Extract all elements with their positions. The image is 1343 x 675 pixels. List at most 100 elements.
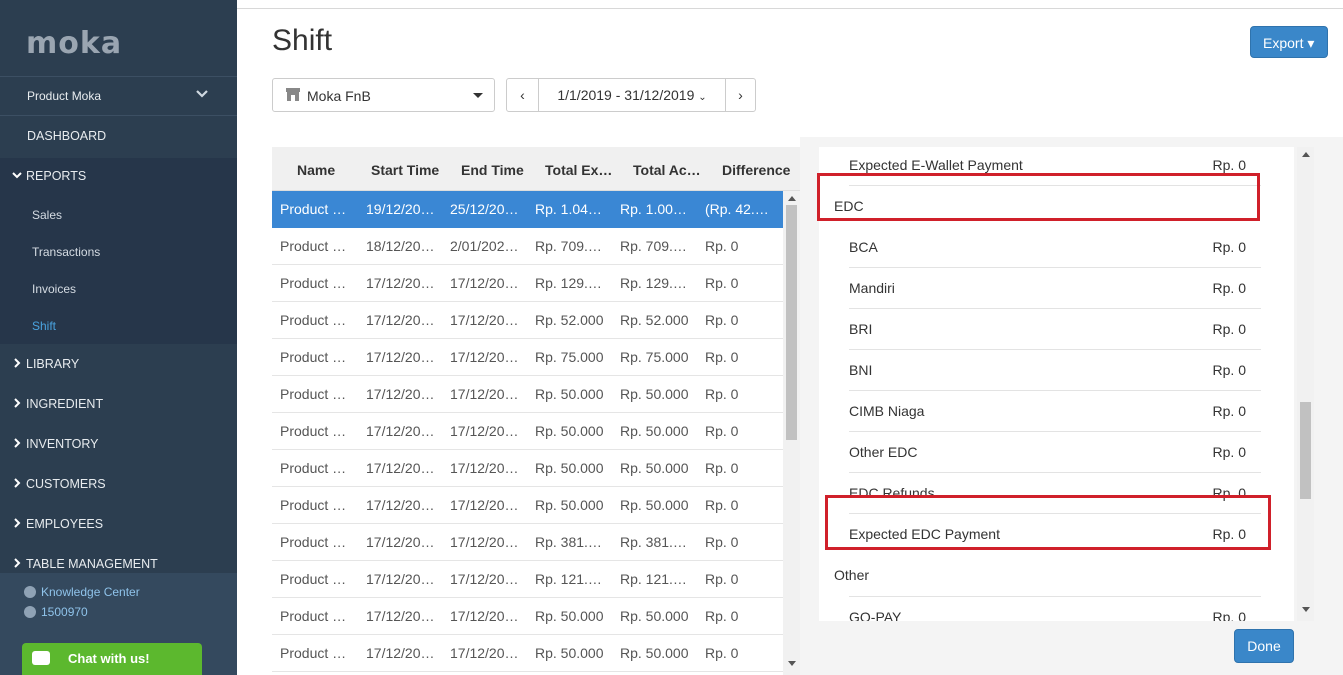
nav-ingredient-label: INGREDIENT [26, 397, 104, 411]
table-cell: Rp. 0 [705, 349, 739, 365]
scroll-up-icon[interactable] [788, 196, 796, 201]
outlet-select[interactable]: Moka FnB [272, 78, 495, 112]
table-row[interactable]: Product … 17/12/20… 17/12/20… Rp. 50.000 Rp.… [272, 376, 783, 413]
table-scrollbar[interactable] [783, 191, 800, 675]
table-cell: Rp. 0 [705, 312, 739, 328]
date-range-picker[interactable]: 1/1/2019 - 31/12/2019 ⌄ [539, 79, 725, 111]
done-button[interactable]: Done [1234, 629, 1294, 663]
table-cell: 17/12/20… [450, 275, 519, 291]
nav-sales[interactable]: Sales [0, 196, 237, 233]
table-cell: 17/12/20… [450, 349, 519, 365]
table-cell: Product … [280, 275, 347, 291]
table-cell: 17/12/20… [366, 386, 435, 402]
nav-customers[interactable]: CUSTOMERS [0, 466, 237, 502]
knowledge-center-label: Knowledge Center [41, 585, 140, 599]
table-cell: (Rp. 42.… [705, 201, 769, 217]
table-cell: Rp. 129.… [620, 275, 687, 291]
table-cell: 17/12/20… [366, 312, 435, 328]
detail-scroll-thumb[interactable] [1300, 402, 1311, 499]
nav-shift[interactable]: Shift [0, 307, 237, 344]
table-row[interactable]: Product … 17/12/20… 17/12/20… Rp. 121.… Rp. … [272, 561, 783, 598]
table-cell: Rp. 75.000 [535, 349, 604, 365]
col-name[interactable]: Name [297, 162, 367, 178]
table-row[interactable]: Product … 17/12/20… 17/12/20… Rp. 52.000 Rp.… [272, 302, 783, 339]
detail-label: BCA [849, 239, 878, 255]
col-total-actual[interactable]: Total Ac… [633, 162, 705, 178]
product-selector[interactable]: Product Moka [0, 76, 237, 116]
detail-value: Rp. 0 [1212, 321, 1246, 337]
scroll-down-icon[interactable] [788, 661, 796, 666]
detail-row-bca: BCA Rp. 0 [849, 227, 1261, 268]
moka-logo[interactable]: moka [26, 26, 122, 61]
scroll-down-icon[interactable] [1302, 607, 1310, 612]
caret-down-icon [473, 93, 483, 98]
date-prev-button[interactable]: ‹ [507, 79, 539, 111]
export-button-label: Export ▾ [1263, 35, 1315, 51]
table-cell: Product … [280, 645, 347, 661]
section-other-label: Other [834, 567, 870, 583]
export-button[interactable]: Export ▾ [1250, 26, 1328, 58]
table-row[interactable]: Product … 18/12/20… 2/01/202… Rp. 709.… Rp. … [272, 228, 783, 265]
store-icon [286, 88, 300, 101]
table-cell: Rp. 0 [705, 238, 739, 254]
highlight-edc-section [817, 173, 1260, 221]
table-cell: 17/12/20… [366, 645, 435, 661]
nav-library[interactable]: LIBRARY [0, 346, 237, 382]
date-next-button[interactable]: › [725, 79, 755, 111]
scroll-up-icon[interactable] [1302, 152, 1310, 157]
table-cell: 17/12/20… [366, 497, 435, 513]
table-cell: 17/12/20… [450, 460, 519, 476]
table-cell: Rp. 50.000 [620, 460, 689, 476]
table-cell: Rp. 121.… [535, 571, 602, 587]
table-cell: 17/12/20… [366, 571, 435, 587]
table-cell: Product … [280, 349, 347, 365]
col-end-time[interactable]: End Time [461, 162, 527, 178]
table-row[interactable]: Product … 17/12/20… 17/12/20… Rp. 50.000 Rp.… [272, 635, 783, 672]
table-cell: Product … [280, 534, 347, 550]
date-range-group: ‹ 1/1/2019 - 31/12/2019 ⌄ › [506, 78, 756, 112]
detail-label: Expected E-Wallet Payment [849, 157, 1023, 173]
col-total-expected[interactable]: Total Ex… [545, 162, 617, 178]
nav-inventory[interactable]: INVENTORY [0, 426, 237, 462]
table-cell: Rp. 0 [705, 608, 739, 624]
nav-invoices[interactable]: Invoices [0, 270, 237, 307]
chat-button[interactable]: Chat with us! [22, 643, 202, 675]
knowledge-center-link[interactable]: Knowledge Center [24, 585, 140, 599]
nav-dashboard-label: DASHBOARD [27, 129, 107, 143]
table-cell: Product … [280, 238, 347, 254]
table-cell: Rp. 1.04… [535, 201, 602, 217]
detail-label: BNI [849, 362, 873, 378]
col-difference[interactable]: Difference [722, 162, 797, 178]
nav-reports[interactable]: REPORTS [0, 158, 237, 194]
chevron-right-icon [14, 558, 21, 568]
table-cell: Rp. 0 [705, 534, 739, 550]
detail-scrollbar[interactable] [1297, 147, 1314, 621]
table-scroll-thumb[interactable] [786, 205, 797, 440]
top-divider [237, 8, 1343, 9]
table-row[interactable]: Product … 17/12/20… 17/12/20… Rp. 50.000 Rp.… [272, 598, 783, 635]
table-row[interactable]: Product … 19/12/20… 25/12/20… Rp. 1.04… Rp. … [272, 191, 783, 228]
table-cell: Rp. 75.000 [620, 349, 689, 365]
table-cell: 18/12/20… [366, 238, 435, 254]
table-row[interactable]: Product … 17/12/20… 17/12/20… Rp. 129.… Rp. … [272, 265, 783, 302]
nav-ingredient[interactable]: INGREDIENT [0, 386, 237, 422]
table-cell: Rp. 0 [705, 275, 739, 291]
detail-value: Rp. 0 [1212, 239, 1246, 255]
chat-button-label: Chat with us! [68, 651, 150, 666]
nav-employees[interactable]: EMPLOYEES [0, 506, 237, 542]
nav-transactions[interactable]: Transactions [0, 233, 237, 270]
table-row[interactable]: Product … 17/12/20… 17/12/20… Rp. 75.000 Rp.… [272, 339, 783, 376]
table-row[interactable]: Product … 17/12/20… 17/12/20… Rp. 50.000 Rp.… [272, 413, 783, 450]
table-cell: 17/12/20… [366, 608, 435, 624]
phone-link[interactable]: 1500970 [24, 605, 88, 619]
table-row[interactable]: Product … 17/12/20… 17/12/20… Rp. 50.000 Rp.… [272, 487, 783, 524]
table-row[interactable]: Product … 17/12/20… 17/12/20… Rp. 50.000 Rp.… [272, 450, 783, 487]
chevron-right-icon [14, 518, 21, 528]
col-start-time[interactable]: Start Time [371, 162, 443, 178]
table-cell: Product … [280, 571, 347, 587]
table-cell: Rp. 50.000 [535, 645, 604, 661]
detail-row-gopay: GO-PAY Rp. 0 [849, 596, 1261, 621]
table-row[interactable]: Product … 17/12/20… 17/12/20… Rp. 381.… Rp. … [272, 524, 783, 561]
shift-table: Name Start Time End Time Total Ex… Total… [272, 147, 800, 675]
nav-dashboard[interactable]: DASHBOARD [0, 118, 237, 154]
